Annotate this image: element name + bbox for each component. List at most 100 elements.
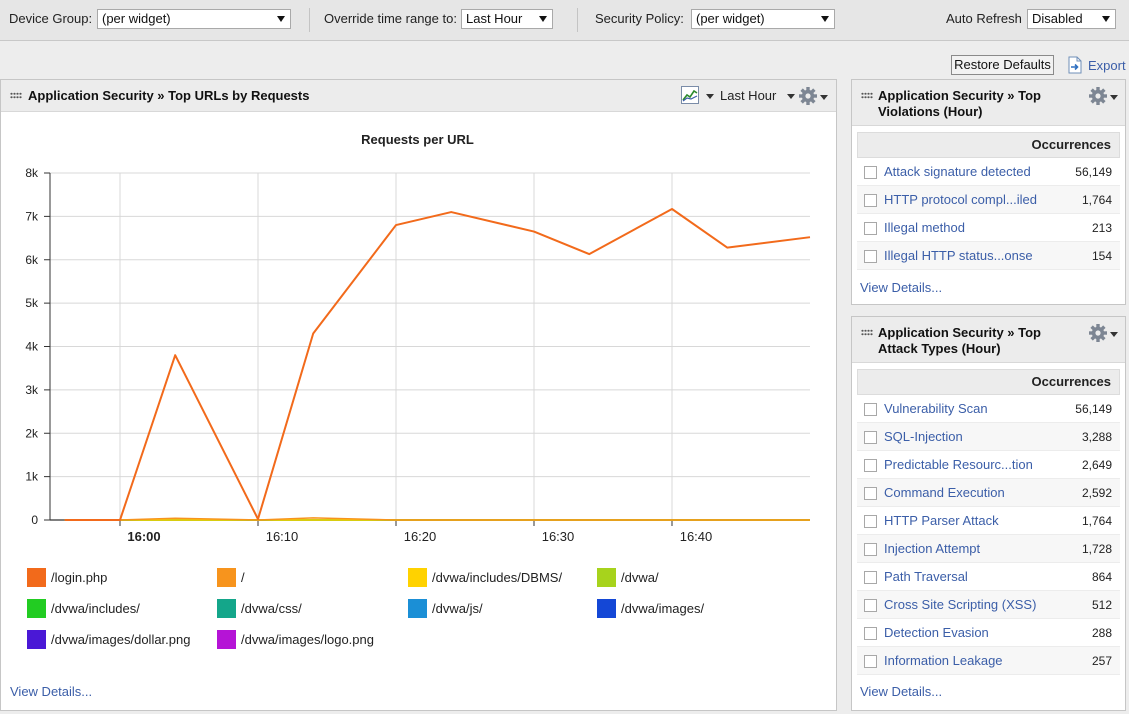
row-count: 154 bbox=[1091, 249, 1112, 263]
table-row: HTTP protocol compl...iled 1,764 bbox=[857, 186, 1120, 214]
legend-item[interactable]: /dvwa/ bbox=[597, 567, 659, 587]
row-name-link[interactable]: Cross Site Scripting (XSS) bbox=[884, 597, 1036, 612]
row-checkbox[interactable] bbox=[864, 515, 877, 528]
row-checkbox[interactable] bbox=[864, 403, 877, 416]
legend-label: /dvwa/images/dollar.png bbox=[51, 631, 191, 647]
y-tick-label: 2k bbox=[25, 426, 39, 440]
legend-swatch bbox=[217, 629, 236, 649]
row-count: 864 bbox=[1091, 570, 1112, 584]
y-tick-label: 0 bbox=[31, 513, 38, 527]
legend-label: / bbox=[241, 569, 245, 585]
row-checkbox[interactable] bbox=[864, 627, 877, 640]
legend-swatch bbox=[27, 629, 46, 649]
table-row: Command Execution 2,592 bbox=[857, 479, 1120, 507]
row-name-link[interactable]: Command Execution bbox=[884, 485, 1005, 500]
legend-item[interactable]: /dvwa/includes/DBMS/ bbox=[408, 567, 562, 587]
row-count: 56,149 bbox=[1075, 165, 1112, 179]
legend-swatch bbox=[597, 567, 616, 587]
legend-item[interactable]: /dvwa/images/dollar.png bbox=[27, 629, 190, 649]
legend-item[interactable]: /dvwa/includes/ bbox=[27, 598, 140, 618]
settings-button[interactable] bbox=[798, 86, 828, 105]
line-chart-icon bbox=[681, 86, 699, 104]
device-group-select[interactable]: (per widget) bbox=[97, 9, 291, 29]
x-tick-label: 16:20 bbox=[404, 529, 437, 544]
table-row: Detection Evasion 288 bbox=[857, 619, 1120, 647]
legend-item[interactable]: /dvwa/js/ bbox=[408, 598, 483, 618]
row-name-link[interactable]: Vulnerability Scan bbox=[884, 401, 988, 416]
legend-label: /dvwa/js/ bbox=[432, 600, 483, 616]
column-header-occurrences: Occurrences bbox=[857, 132, 1120, 158]
table-row: Information Leakage 257 bbox=[857, 647, 1120, 675]
row-name-link[interactable]: HTTP protocol compl...iled bbox=[884, 192, 1037, 207]
legend-label: /dvwa/ bbox=[621, 569, 659, 585]
drag-handle-icon[interactable] bbox=[861, 329, 873, 336]
view-details-link[interactable]: View Details... bbox=[860, 684, 942, 699]
chevron-down-icon bbox=[1102, 16, 1110, 22]
time-range-value: Last Hour bbox=[720, 88, 777, 103]
export-link[interactable]: Export bbox=[1067, 55, 1126, 75]
device-group-value: (per widget) bbox=[102, 11, 171, 26]
legend-item[interactable]: /login.php bbox=[27, 567, 107, 587]
row-checkbox[interactable] bbox=[864, 194, 877, 207]
series-line bbox=[64, 208, 811, 521]
override-time-select[interactable]: Last Hour bbox=[461, 9, 553, 29]
legend-item[interactable]: /dvwa/css/ bbox=[217, 598, 302, 618]
chevron-down-icon bbox=[277, 16, 285, 22]
row-count: 257 bbox=[1091, 654, 1112, 668]
chevron-down-icon bbox=[821, 16, 829, 22]
row-name-link[interactable]: Illegal HTTP status...onse bbox=[884, 248, 1033, 263]
settings-button[interactable] bbox=[1088, 86, 1118, 105]
top-violations-panel: Application Security » Top Violations (H… bbox=[851, 79, 1126, 305]
security-policy-select[interactable]: (per widget) bbox=[691, 9, 835, 29]
settings-button[interactable] bbox=[1088, 323, 1118, 342]
legend-item[interactable]: / bbox=[217, 567, 245, 587]
legend-item[interactable]: /dvwa/images/logo.png bbox=[217, 629, 374, 649]
row-name-link[interactable]: Illegal method bbox=[884, 220, 965, 235]
row-checkbox[interactable] bbox=[864, 250, 877, 263]
y-tick-label: 4k bbox=[25, 340, 39, 354]
drag-handle-icon[interactable] bbox=[861, 92, 873, 99]
row-name-link[interactable]: Attack signature detected bbox=[884, 164, 1031, 179]
y-tick-label: 1k bbox=[25, 470, 39, 484]
panel-title-line2: Violations (Hour) bbox=[878, 104, 983, 119]
drag-handle-icon[interactable] bbox=[10, 92, 22, 99]
row-checkbox[interactable] bbox=[864, 599, 877, 612]
row-name-link[interactable]: HTTP Parser Attack bbox=[884, 513, 999, 528]
row-checkbox[interactable] bbox=[864, 543, 877, 556]
row-count: 1,764 bbox=[1081, 193, 1112, 207]
view-details-link[interactable]: View Details... bbox=[860, 280, 942, 295]
auto-refresh-label: Auto Refresh bbox=[946, 11, 1022, 26]
row-name-link[interactable]: Detection Evasion bbox=[884, 625, 989, 640]
row-name-link[interactable]: Information Leakage bbox=[884, 653, 1003, 668]
chart-title: Requests per URL bbox=[361, 132, 474, 147]
legend-swatch bbox=[217, 567, 236, 587]
row-name-link[interactable]: SQL-Injection bbox=[884, 429, 963, 444]
view-details-link[interactable]: View Details... bbox=[10, 684, 92, 699]
row-checkbox[interactable] bbox=[864, 459, 877, 472]
legend-item[interactable]: /dvwa/images/ bbox=[597, 598, 704, 618]
row-checkbox[interactable] bbox=[864, 431, 877, 444]
auto-refresh-select[interactable]: Disabled bbox=[1027, 9, 1116, 29]
legend-label: /dvwa/includes/ bbox=[51, 600, 140, 616]
chart-type-button[interactable] bbox=[681, 86, 717, 106]
x-tick-label: 16:10 bbox=[266, 529, 299, 544]
row-checkbox[interactable] bbox=[864, 487, 877, 500]
row-checkbox[interactable] bbox=[864, 571, 877, 584]
y-tick-label: 6k bbox=[25, 253, 39, 267]
row-checkbox[interactable] bbox=[864, 222, 877, 235]
device-group-label: Device Group: bbox=[9, 11, 93, 26]
chevron-down-icon bbox=[706, 94, 714, 99]
time-range-dropdown[interactable]: Last Hour bbox=[720, 88, 795, 106]
chevron-down-icon bbox=[1110, 332, 1118, 337]
row-name-link[interactable]: Injection Attempt bbox=[884, 541, 980, 556]
legend-label: /dvwa/images/ bbox=[621, 600, 705, 616]
column-header-occurrences: Occurrences bbox=[857, 369, 1120, 395]
row-count: 512 bbox=[1091, 598, 1112, 612]
row-checkbox[interactable] bbox=[864, 655, 877, 668]
panel-title: Application Security » Top URLs by Reque… bbox=[28, 88, 310, 103]
restore-defaults-button[interactable]: Restore Defaults bbox=[951, 55, 1054, 75]
row-name-link[interactable]: Predictable Resourc...tion bbox=[884, 457, 1033, 472]
row-checkbox[interactable] bbox=[864, 166, 877, 179]
panel-title-line1: Application Security » Top bbox=[878, 88, 1042, 103]
row-name-link[interactable]: Path Traversal bbox=[884, 569, 968, 584]
